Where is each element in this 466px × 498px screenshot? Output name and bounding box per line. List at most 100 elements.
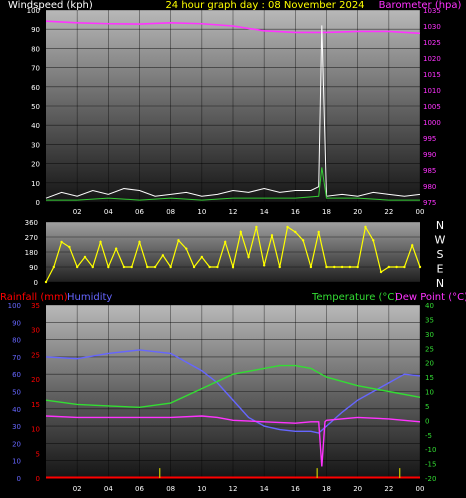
baro-tick-label: 1010 — [423, 87, 441, 95]
direction-point — [364, 225, 367, 229]
humidity-tick-label: 60 — [12, 371, 21, 379]
direction-point — [231, 265, 235, 269]
baro-tick-label: 1000 — [423, 119, 441, 127]
direction-point — [216, 265, 219, 269]
x-tick-label: 08 — [166, 485, 175, 493]
x-tick-label: 02 — [73, 208, 82, 216]
x-tick-label: 18 — [322, 208, 331, 216]
humidity-tick-label: 20 — [12, 440, 21, 448]
direction-point — [418, 265, 422, 269]
humidity-tick-label: 50 — [12, 389, 21, 397]
humidity-tick-label: 40 — [12, 406, 21, 414]
baro-tick-label: 1020 — [423, 55, 441, 63]
baro-tick-label: 1030 — [423, 23, 441, 31]
direction-point — [317, 230, 320, 234]
direction-point — [83, 255, 87, 259]
temp-tick-label: 30 — [425, 331, 434, 339]
wind-tick-label: 90 — [31, 26, 40, 34]
direction-point — [114, 247, 118, 250]
rain-tick-label: 5 — [36, 450, 40, 458]
direction-point — [107, 265, 110, 269]
direction-point — [146, 265, 149, 269]
temp-tick-label: -15 — [425, 461, 436, 469]
direction-point — [44, 280, 48, 284]
x-tick-label: 10 — [197, 208, 206, 216]
x-tick-label: 08 — [166, 208, 175, 216]
chart-title: 24 hour graph day : 08 November 2024 — [165, 0, 364, 11]
x-tick-label: 16 — [291, 208, 300, 216]
direction-tick-label: 270 — [25, 234, 38, 242]
direction-point — [379, 270, 383, 274]
direction-point — [247, 255, 250, 259]
direction-point — [278, 265, 281, 269]
direction-point — [294, 230, 297, 234]
baro-tick-label: 995 — [423, 135, 436, 143]
direction-point — [262, 264, 266, 267]
direction-point — [239, 230, 242, 234]
direction-point — [200, 255, 204, 259]
humidity-tick-label: 80 — [12, 337, 21, 345]
x-tick-label: 18 — [322, 485, 331, 493]
direction-point — [177, 239, 180, 242]
direction-point — [138, 240, 141, 244]
x-tick-label: 12 — [229, 208, 238, 216]
rain-tick-label: 30 — [31, 327, 40, 335]
x-tick-label: 04 — [104, 485, 113, 493]
x-tick-label: 22 — [384, 485, 393, 493]
compass-label: S — [437, 248, 444, 261]
wind-tick-label: 70 — [31, 65, 40, 73]
x-tick-label: 16 — [291, 485, 300, 493]
direction-point — [348, 265, 352, 269]
rain-tick-label: 25 — [31, 351, 40, 359]
temp-tick-label: -5 — [425, 432, 432, 440]
wind-tick-label: 40 — [31, 122, 40, 130]
baro-tick-label: 990 — [423, 151, 436, 159]
baro-tick-label: 975 — [423, 199, 436, 207]
temp-tick-label: 20 — [425, 360, 434, 368]
windspeed-axis-label: Windspeed (kph) — [8, 0, 93, 11]
rain-tick-label: 0 — [36, 475, 40, 483]
barometer-axis-label: Barometer (hpa) — [379, 0, 462, 11]
baro-tick-label: 985 — [423, 167, 436, 175]
wind-tick-label: 60 — [31, 84, 40, 92]
wind-tick-label: 0 — [36, 199, 40, 207]
direction-point — [333, 265, 336, 269]
direction-point — [286, 225, 289, 229]
compass-label: W — [435, 234, 446, 247]
x-tick-label: 20 — [353, 208, 362, 216]
baro-tick-label: 980 — [423, 183, 436, 191]
x-tick-label: 02 — [73, 485, 82, 493]
rain-tick-label: 10 — [31, 426, 40, 434]
direction-point — [309, 265, 313, 269]
humidity-axis-label: Humidity — [67, 292, 112, 303]
rain-tick-label: 35 — [31, 302, 40, 310]
wind-tick-label: 100 — [27, 7, 40, 15]
direction-point — [395, 265, 398, 269]
compass-label: N — [436, 277, 444, 290]
temp-tick-label: 40 — [425, 302, 434, 310]
baro-tick-label: 1005 — [423, 103, 441, 111]
direction-point — [192, 265, 196, 269]
humidity-tick-label: 10 — [12, 458, 21, 466]
rain-tick-label: 20 — [31, 376, 40, 384]
wind-tick-label: 80 — [31, 45, 40, 53]
temp-tick-label: 10 — [425, 389, 434, 397]
humidity-tick-label: 0 — [17, 475, 21, 483]
direction-point — [340, 265, 344, 269]
direction-point — [91, 265, 94, 269]
direction-point — [356, 265, 359, 269]
direction-point — [403, 265, 406, 269]
humidity-tick-label: 70 — [12, 354, 21, 362]
direction-tick-label: 90 — [29, 264, 38, 272]
wind-tick-label: 10 — [31, 180, 40, 188]
direction-tick-label: 0 — [34, 279, 38, 287]
direction-point — [60, 240, 63, 244]
direction-point — [130, 265, 133, 269]
temp-tick-label: 25 — [425, 345, 434, 353]
x-tick-label: 12 — [229, 485, 238, 493]
x-tick-label: 22 — [384, 208, 393, 216]
wind-tick-label: 20 — [31, 161, 40, 169]
direction-tick-label: 360 — [25, 219, 38, 227]
direction-point — [52, 265, 55, 269]
compass-label: E — [437, 263, 444, 276]
